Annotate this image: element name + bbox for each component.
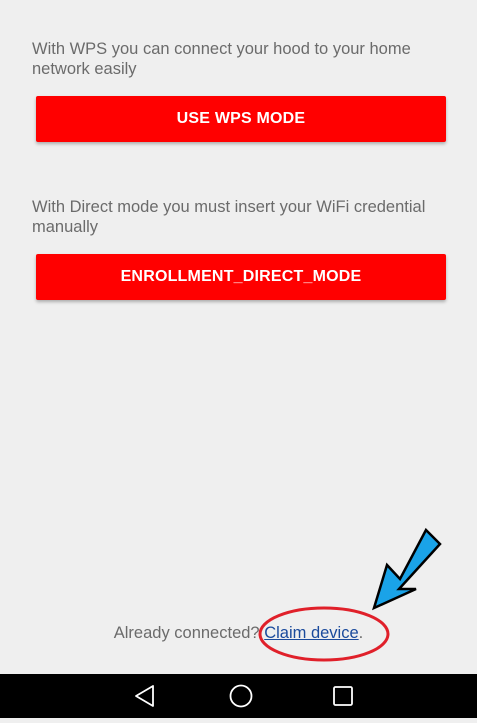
system-navigation-bar (0, 674, 477, 718)
use-wps-mode-button[interactable]: USE WPS MODE (36, 96, 446, 142)
home-icon[interactable] (210, 674, 270, 718)
recents-icon[interactable] (313, 674, 373, 718)
enrollment-direct-mode-button[interactable]: ENROLLMENT_DIRECT_MODE (36, 254, 446, 300)
claim-period: . (358, 624, 364, 642)
direct-mode-description: With Direct mode you must insert your Wi… (32, 198, 426, 236)
claim-device-row: Already connected? Claim device. (0, 622, 477, 644)
wps-description: With WPS you can connect your hood to yo… (32, 40, 411, 78)
enrollment-screen: With WPS you can connect your hood to yo… (0, 0, 477, 674)
already-connected-text: Already connected? (113, 624, 260, 642)
back-icon[interactable] (115, 674, 175, 718)
claim-device-link[interactable]: Claim device (264, 624, 358, 642)
